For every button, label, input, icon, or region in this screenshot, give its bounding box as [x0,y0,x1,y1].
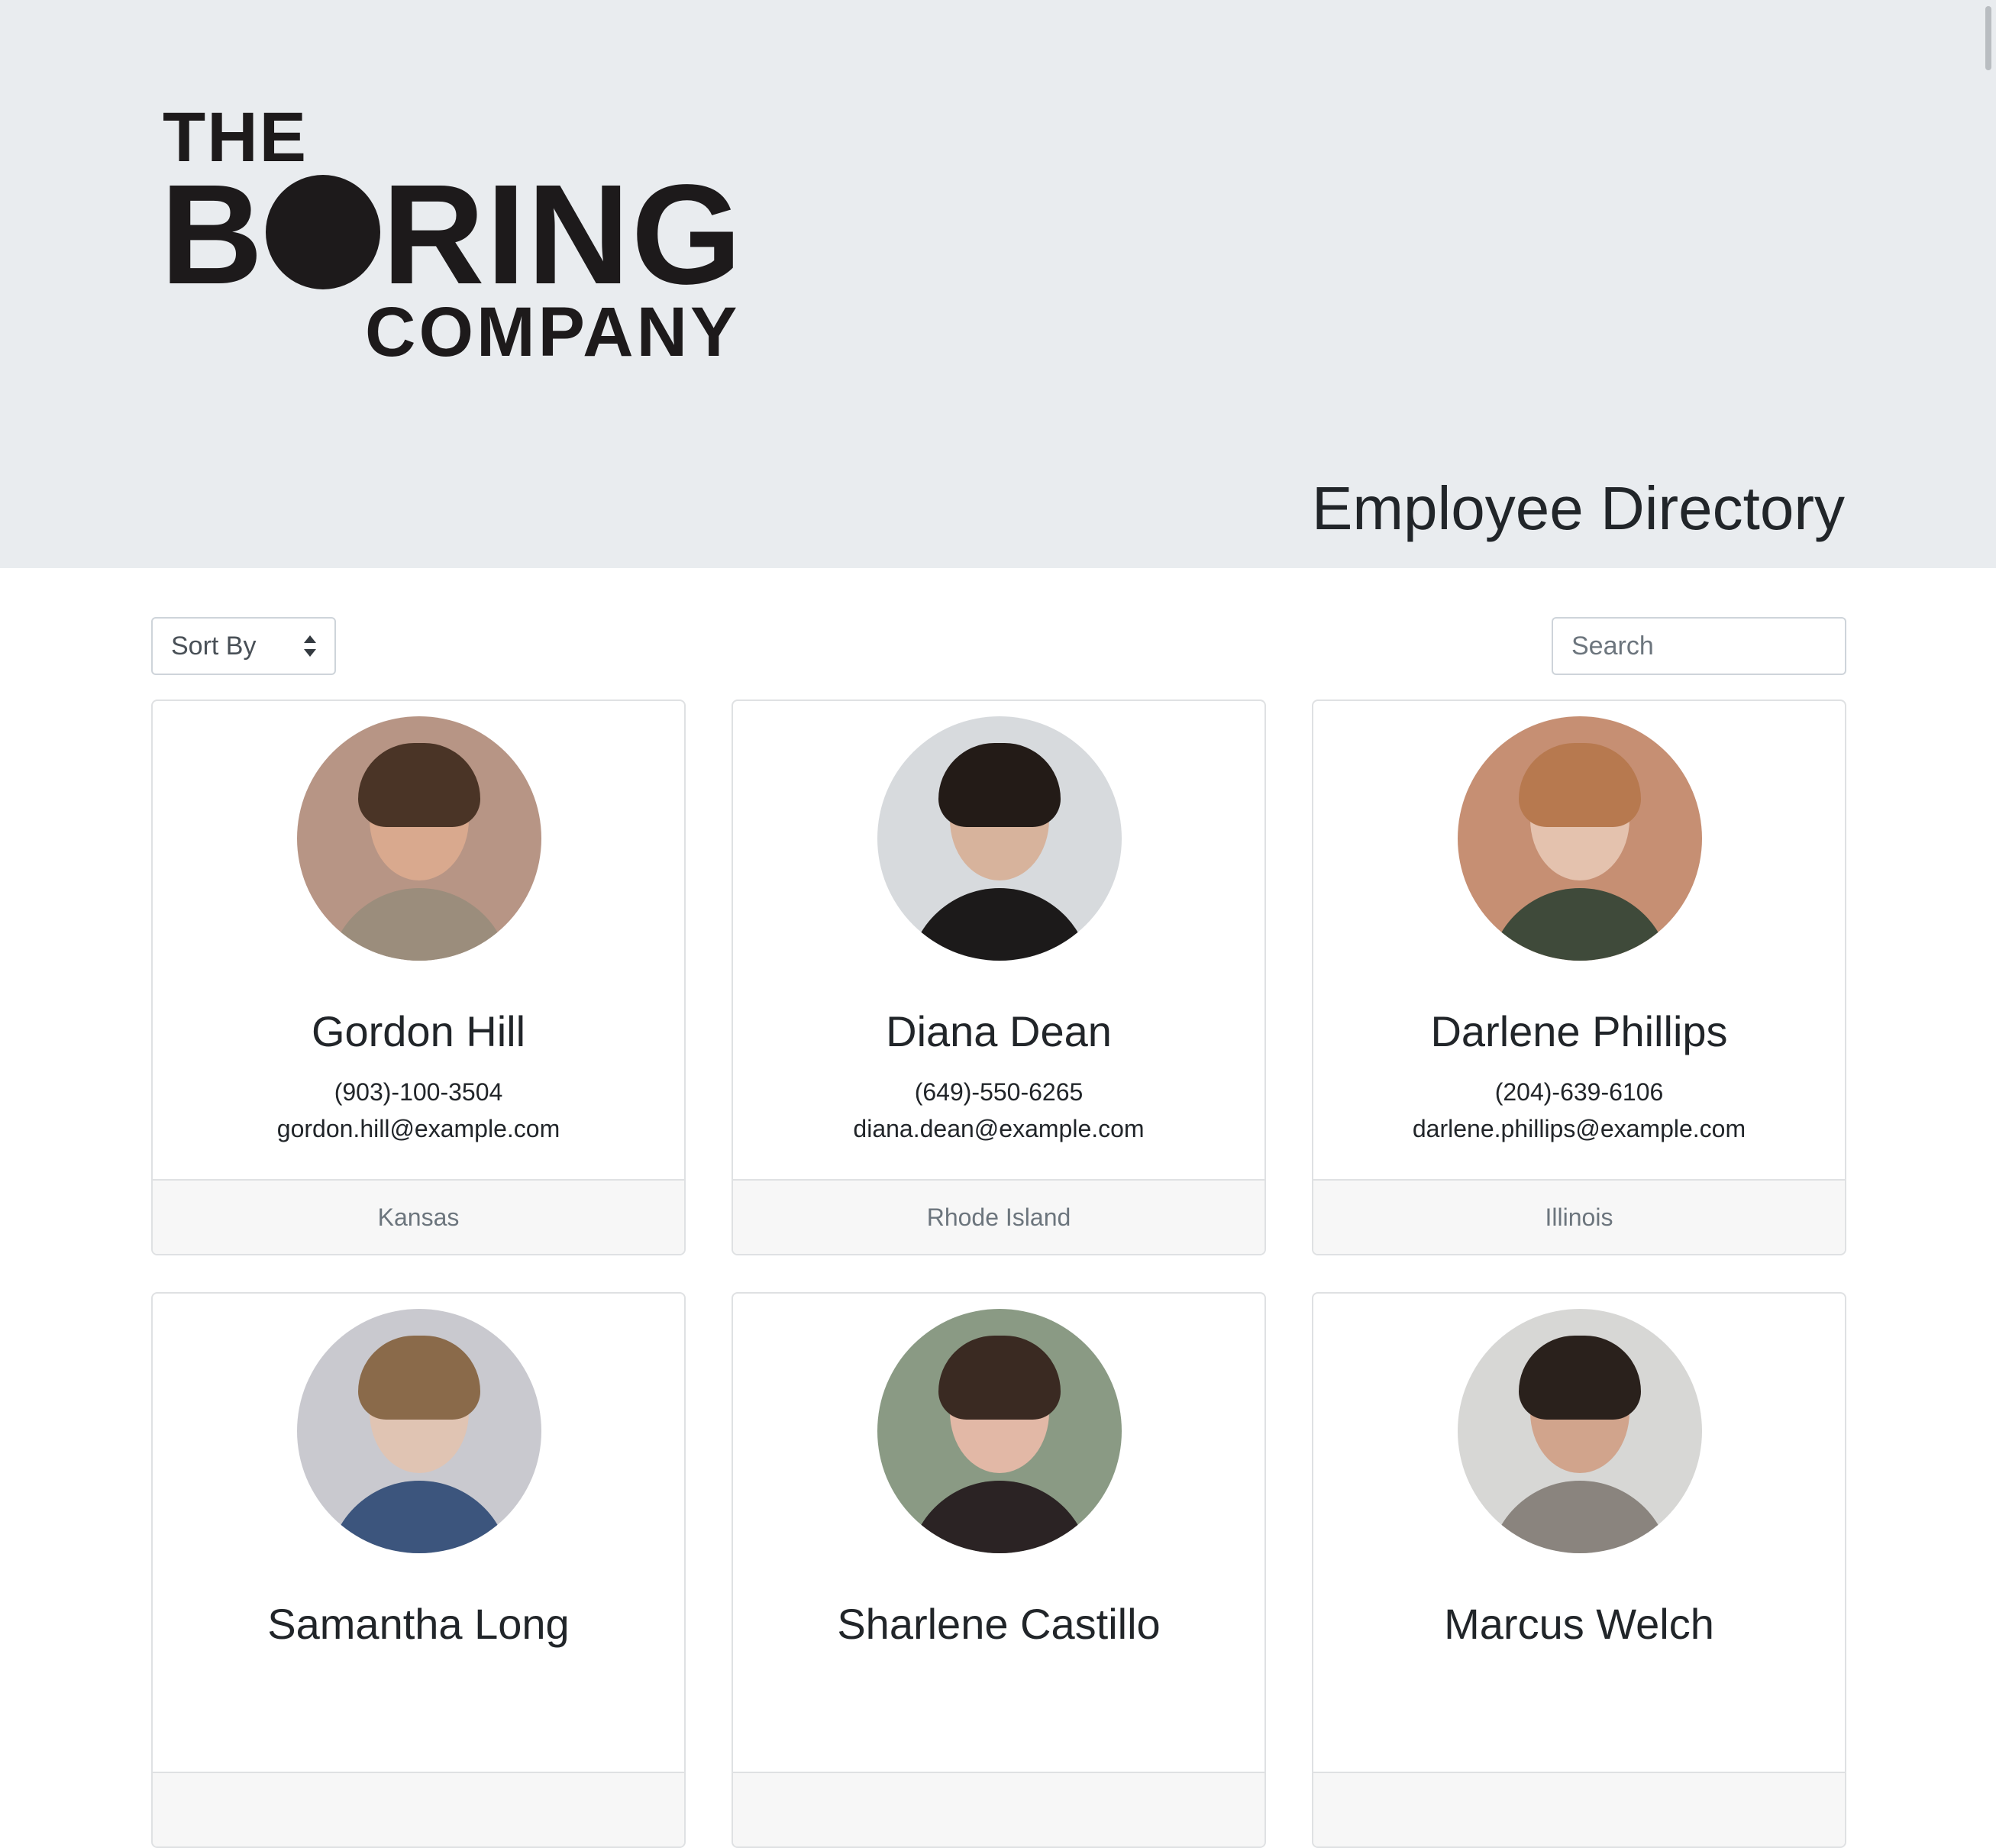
employee-card: Darlene Phillips (204)-639-6106 darlene.ph… [1312,699,1846,1255]
sort-by-select[interactable]: Sort By [151,617,336,675]
avatar-hair [358,743,480,827]
company-logo: THE B RING COMPANY [160,102,756,371]
avatar-hair [1519,743,1641,827]
employee-email: darlene.phillips@example.com [1412,1115,1746,1142]
avatar-hair [1519,1336,1641,1420]
logo-letters-ring: RING [382,156,744,314]
employee-location [733,1772,1264,1846]
employee-location [1313,1772,1845,1846]
employee-email: diana.dean@example.com [853,1115,1145,1142]
employee-name: Samantha Long [267,1600,570,1648]
sort-by-label: Sort By [171,632,257,661]
avatar-shoulders [908,1481,1091,1553]
employee-name: Sharlene Castillo [837,1600,1161,1648]
employee-avatar [297,1309,541,1553]
header-banner: THE B RING COMPANY Employee Directory [0,0,1996,568]
employee-card: Gordon Hill (903)-100-3504 gordon.hill@exa… [151,699,686,1255]
employee-avatar [1458,1309,1702,1553]
page-title: Employee Directory [1311,474,1845,542]
employee-location: Rhode Island [733,1179,1264,1254]
logo-line-company: COMPANY [365,293,741,371]
search-input[interactable] [1552,617,1846,675]
employee-email: gordon.hill@example.com [276,1115,560,1142]
avatar-shoulders [908,888,1091,961]
employee-name: Darlene Phillips [1430,1007,1728,1055]
employee-card: Diana Dean (649)-550-6265 diana.dean@examp… [732,699,1266,1255]
avatar-shoulders [328,888,511,961]
select-arrows-icon [304,635,316,657]
logo-letter-b: B [160,156,265,314]
avatar-hair [358,1336,480,1420]
avatar-hair [938,1336,1061,1420]
employee-name: Gordon Hill [311,1007,526,1055]
scrollbar-thumb[interactable] [1985,6,1991,70]
logo-o-circle [266,175,381,289]
avatar-hair [938,743,1061,827]
avatar-shoulders [1488,888,1671,961]
employee-phone: (204)-639-6106 [1494,1078,1664,1106]
employee-card: Sharlene Castillo [732,1292,1266,1848]
employee-avatar [1458,716,1702,961]
avatar-shoulders [1488,1481,1671,1553]
employee-phone: (649)-550-6265 [914,1078,1084,1106]
employee-location: Illinois [1313,1179,1845,1254]
employee-location: Kansas [153,1179,684,1254]
employee-location [153,1772,684,1846]
employee-avatar [297,716,541,961]
logo-line-boring: B RING [160,164,743,306]
employee-avatar [877,716,1122,961]
employee-name: Diana Dean [886,1007,1112,1055]
employee-card: Samantha Long [151,1292,686,1848]
employee-name: Marcus Welch [1444,1600,1714,1648]
employee-card: Marcus Welch [1312,1292,1846,1848]
employee-phone: (903)-100-3504 [334,1078,503,1106]
employee-avatar [877,1309,1122,1553]
avatar-shoulders [328,1481,511,1553]
